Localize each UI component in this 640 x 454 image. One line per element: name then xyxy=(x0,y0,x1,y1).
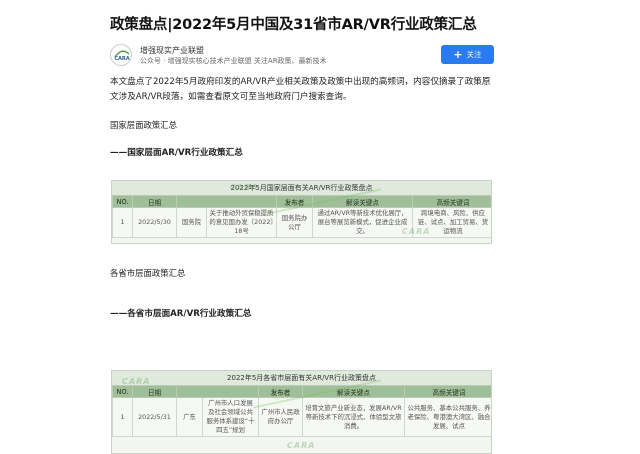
section-heading-national: 国家层面政策汇总 xyxy=(110,120,177,130)
section-heading-provincial: 各省市层面政策汇总 xyxy=(110,268,186,278)
header-blank xyxy=(176,195,277,208)
cell-date: 2022/5/31 xyxy=(132,397,177,437)
account-description: 公众号 · 增强现实核心技术产业联盟 关注AR政策、最新技术 xyxy=(140,57,327,65)
header-no: NO. xyxy=(112,195,133,208)
provincial-policy-table[interactable]: 2022年5月各省市层面有关AR/VR行业政策盘点 NO. 日期 发布者 解读关… xyxy=(111,370,492,454)
cell-no: 1 xyxy=(112,397,133,437)
intro-paragraph: 本文盘点了2022年5月政府印发的AR/VR产业相关政策及政策中出现的高频词，内… xyxy=(110,77,491,102)
table-caption: 2022年5月国家层面有关AR/VR行业政策盘点 xyxy=(112,181,491,195)
header-no: NO. xyxy=(112,385,133,398)
cell-publisher: 国务院办公厅 xyxy=(276,207,313,238)
header-date: 日期 xyxy=(132,195,177,208)
watermark-text: CARA xyxy=(402,227,431,236)
table-caption: 2022年5月各省市层面有关AR/VR行业政策盘点 xyxy=(112,371,491,385)
cell-level: 国务院 xyxy=(176,207,207,238)
cell-keywords: 公共服务、基本公共服务、养老保险、粤港澳大湾区、融合发展、试点 xyxy=(404,397,491,437)
cara-logo-icon: CARA xyxy=(114,50,130,62)
header-keywords: 高频关键词 xyxy=(412,195,491,208)
cell-policy: 广州市人口发展及社会领域公共服务体系建设“十四五”规划 xyxy=(202,397,259,437)
header-date: 日期 xyxy=(132,385,177,398)
cell-keypoint: 培育文旅产业新业态，发展AR/VR等新技术下的沉浸式、体验型文旅消费。 xyxy=(302,397,405,437)
watermark-text: CARA xyxy=(122,377,151,386)
cell-region: 广东 xyxy=(176,397,203,437)
follow-button[interactable]: + 关注 xyxy=(441,45,494,64)
follow-label: 关注 xyxy=(466,50,482,59)
header-publisher: 发布者 xyxy=(258,385,303,398)
table-row: 1 2022/5/31 广东 广州市人口发展及社会领域公共服务体系建设“十四五”… xyxy=(112,397,491,437)
subheading-provincial: ——各省市层面AR/VR行业政策汇总 xyxy=(110,309,252,319)
header-blank xyxy=(176,385,259,398)
svg-text:CARA: CARA xyxy=(114,56,129,62)
subheading-national: ——国家层面AR/VR行业政策汇总 xyxy=(110,148,243,158)
watermark-text: CARA xyxy=(287,441,316,450)
account-row: CARA 增强现实产业联盟 公众号 · 增强现实核心技术产业联盟 关注AR政策、… xyxy=(110,44,494,68)
header-keywords: 高频关键词 xyxy=(404,385,491,398)
cell-date: 2022/5/30 xyxy=(132,207,177,238)
cell-keypoint: 通过AR/VR等新技术优化展厅，展台等展览新模式，促进企业成交。 xyxy=(312,207,413,238)
plus-icon: + xyxy=(453,48,463,61)
article-title: 政策盘点|2022年5月中国及31省市AR/VR行业政策汇总 xyxy=(110,17,477,33)
header-keypoint: 解读关键点 xyxy=(302,385,405,398)
cell-no: 1 xyxy=(112,207,133,238)
account-name[interactable]: 增强现实产业联盟 xyxy=(140,45,204,56)
national-policy-table[interactable]: 2022年5月国家层面有关AR/VR行业政策盘点 NO. 日期 发布者 解读关键… xyxy=(111,180,492,244)
account-avatar[interactable]: CARA xyxy=(110,44,132,66)
table-row: 1 2022/5/30 国务院 关于推动外贸保稳提质的意见国办发〔2022〕18… xyxy=(112,207,491,238)
watermark-text: CARA xyxy=(230,183,259,192)
